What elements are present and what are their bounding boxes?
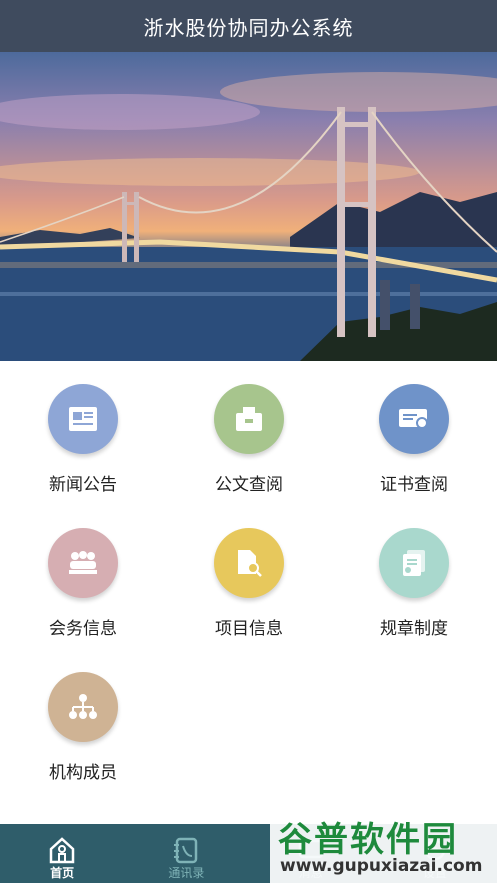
meetings-circle [48, 528, 118, 598]
menu-item-label: 会务信息 [49, 619, 117, 639]
watermark-logo: 谷普软件园 www.gupuxiazai.com [270, 806, 497, 883]
menu-item-documents[interactable]: 公文查阅 [174, 384, 324, 504]
menu-item-organization[interactable]: 机构成员 [8, 672, 158, 792]
menu-item-regulations[interactable]: 规章制度 [339, 528, 489, 648]
menu-item-label: 规章制度 [380, 619, 448, 639]
regulation-doc-icon [403, 550, 425, 576]
newspaper-icon [69, 407, 97, 431]
tab-home[interactable]: 首页 [0, 824, 124, 883]
app-header: 浙水股份协同办公系统 [0, 0, 497, 52]
bridge-illustration [0, 72, 497, 361]
menu-item-label: 机构成员 [49, 763, 117, 783]
menu-item-label: 公文查阅 [215, 475, 283, 495]
banner-image[interactable] [0, 52, 497, 361]
watermark-url: www.gupuxiazai.com [280, 856, 483, 876]
org-chart-icon [69, 694, 97, 719]
contacts-icon [174, 837, 198, 864]
menu-item-label: 项目信息 [215, 619, 283, 639]
meeting-people-icon [69, 551, 97, 574]
menu-item-label: 证书查阅 [380, 475, 448, 495]
news-circle [48, 384, 118, 454]
certificate-icon [399, 409, 428, 429]
watermark-brand: 谷普软件园 [278, 820, 458, 860]
organization-circle [48, 672, 118, 742]
certificates-circle [379, 384, 449, 454]
regulations-circle [379, 528, 449, 598]
menu-item-projects[interactable]: 项目信息 [174, 528, 324, 648]
menu-item-certificates[interactable]: 证书查阅 [339, 384, 489, 504]
tab-label: 通讯录 [168, 866, 205, 880]
home-icon [49, 837, 75, 864]
menu-item-meetings[interactable]: 会务信息 [8, 528, 158, 648]
file-search-icon [238, 550, 262, 577]
menu-item-label: 新闻公告 [49, 475, 117, 495]
projects-circle [214, 528, 284, 598]
document-box-icon [236, 407, 262, 431]
menu-item-news[interactable]: 新闻公告 [8, 384, 158, 504]
documents-circle [214, 384, 284, 454]
tab-contacts[interactable]: 通讯录 [124, 824, 248, 883]
page-title: 浙水股份协同办公系统 [143, 15, 354, 40]
tab-label: 首页 [50, 866, 75, 880]
